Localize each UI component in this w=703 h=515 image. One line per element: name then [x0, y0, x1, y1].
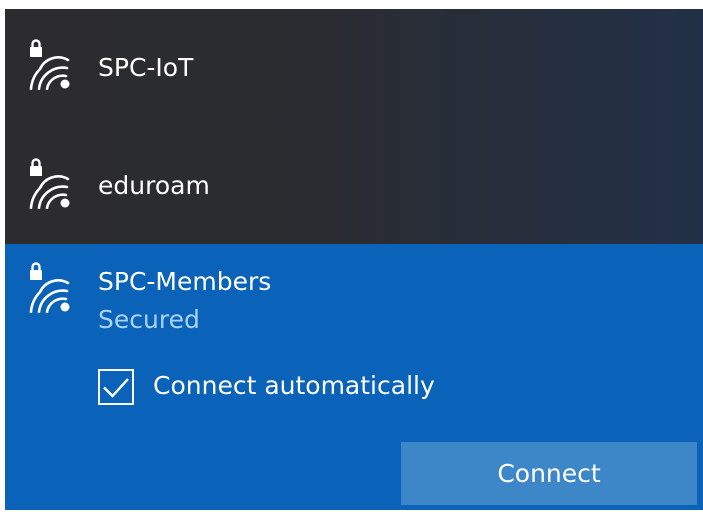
connect-button[interactable]: Connect — [401, 442, 697, 505]
network-name: SPC-IoT — [98, 53, 194, 82]
network-item-spc-iot[interactable]: SPC-IoT — [5, 9, 703, 127]
network-item-spc-members[interactable]: SPC-Members Secured Connect automaticall… — [5, 244, 703, 510]
connect-automatically-checkbox[interactable] — [98, 369, 134, 405]
network-item-eduroam[interactable]: eduroam — [5, 127, 703, 244]
network-name: SPC-Members — [98, 267, 272, 296]
connect-automatically-label: Connect automatically — [153, 371, 435, 400]
wifi-secured-icon — [26, 261, 74, 313]
wifi-network-list: SPC-IoT eduroam SPC-Members Secured Conn… — [5, 9, 703, 510]
connect-automatically-option[interactable]: Connect automatically — [98, 369, 458, 409]
network-name: eduroam — [98, 171, 210, 200]
wifi-secured-icon — [26, 38, 74, 90]
wifi-secured-icon — [26, 157, 74, 209]
checkmark-icon — [103, 378, 129, 398]
network-status: Secured — [98, 305, 200, 334]
